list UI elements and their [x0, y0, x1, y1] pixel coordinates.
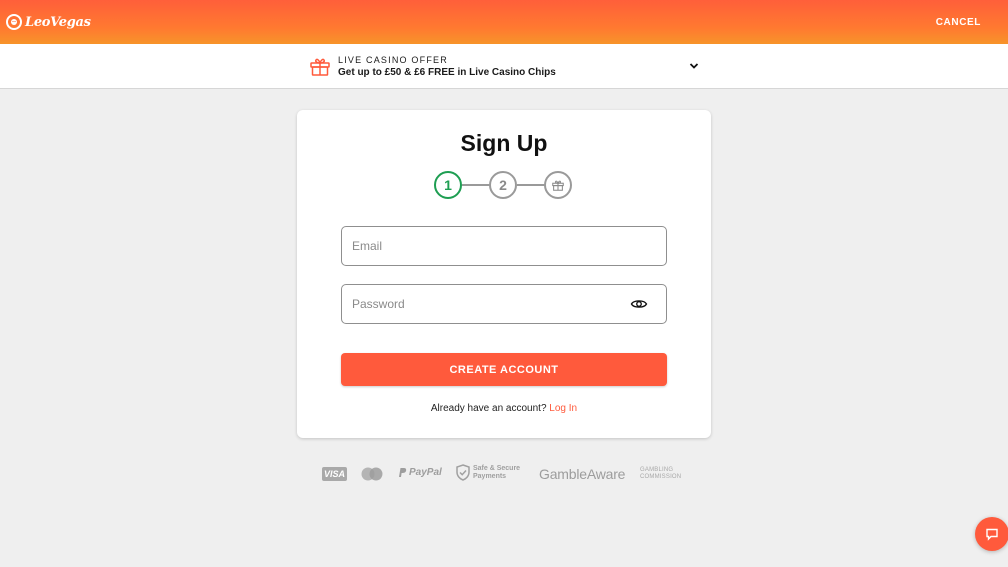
step-indicator: 1 2 [434, 171, 574, 199]
page-title: Sign Up [460, 130, 548, 156]
commission-line-1: GAMBLING [640, 467, 674, 473]
offer-title: LIVE CASINO OFFER [338, 54, 448, 65]
login-prompt-row: Already have an account? Log In [297, 403, 711, 414]
offer-banner[interactable]: LIVE CASINO OFFER Get up to £50 & £6 FRE… [0, 44, 1008, 89]
paypal-icon [399, 468, 407, 477]
leovegas-logo[interactable]: LeoVegas [6, 14, 91, 30]
secure-payments-badge: Safe & Secure Payments [456, 464, 520, 481]
chat-button[interactable] [975, 517, 1008, 551]
mastercard-icon [361, 467, 383, 481]
email-field[interactable] [352, 239, 656, 253]
offer-text: LIVE CASINO OFFER Get up to £50 & £6 FRE… [338, 54, 688, 79]
paypal-logo: PayPal [398, 467, 442, 478]
secure-line-1: Safe & Secure [473, 464, 521, 472]
step-3 [544, 171, 572, 199]
eye-icon[interactable] [630, 295, 648, 313]
step-1: 1 [434, 171, 462, 199]
email-field-wrapper [341, 226, 667, 266]
offer-banner-content: LIVE CASINO OFFER Get up to £50 & £6 FRE… [308, 44, 700, 88]
top-header: LeoVegas CANCEL [0, 0, 1008, 44]
password-field[interactable] [352, 297, 630, 311]
step-connector [517, 184, 545, 186]
lion-icon [6, 14, 22, 30]
brand-name: LeoVegas [25, 14, 91, 30]
signup-card: Sign Up 1 2 CREATE ACCOUNT Already have … [297, 110, 711, 438]
step-2: 2 [489, 171, 517, 199]
offer-description: Get up to £50 & £6 FREE in Live Casino C… [338, 66, 556, 78]
cancel-button[interactable]: CANCEL [936, 17, 981, 28]
gambleaware-logo: GambleAware [539, 466, 626, 482]
paypal-label: PayPal [409, 467, 442, 478]
secure-line-2: Payments [473, 472, 507, 480]
login-prompt: Already have an account? [430, 403, 547, 414]
visa-logo: VISA [322, 467, 347, 481]
shield-icon [456, 464, 470, 481]
gambling-commission-logo: GAMBLING COMMISSION [640, 467, 681, 481]
gift-icon [552, 180, 564, 191]
gift-icon [310, 58, 330, 76]
commission-line-2: COMMISSION [640, 474, 682, 480]
chevron-down-icon[interactable] [688, 60, 700, 72]
create-account-button[interactable]: CREATE ACCOUNT [341, 353, 667, 386]
step-connector [462, 184, 490, 186]
chat-icon [986, 528, 998, 541]
payment-logos: VISA PayPal Safe & Secure Payments Gambl… [322, 463, 688, 485]
login-link[interactable]: Log In [549, 403, 577, 414]
password-field-wrapper [341, 284, 667, 324]
